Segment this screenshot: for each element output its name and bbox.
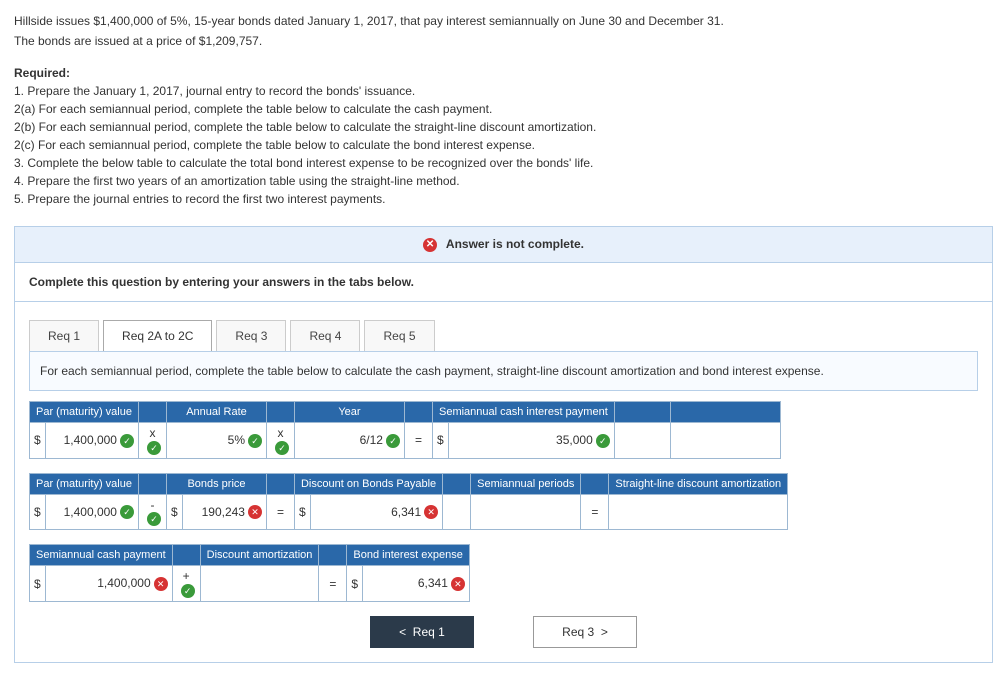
t3-amort[interactable]: [200, 566, 319, 602]
req-2a: 2(a) For each semiannual period, complet…: [14, 100, 993, 118]
intro-line-1: Hillside issues $1,400,000 of 5%, 15-yea…: [14, 12, 993, 30]
t1-h1: Par (maturity) value: [30, 401, 139, 422]
t2-h3: Discount on Bonds Payable: [294, 473, 442, 494]
table-row: $ 1,400,000✕ +✓ = $ 6,341✕: [30, 566, 470, 602]
t3-op1[interactable]: +✓: [172, 566, 200, 602]
tab-req3[interactable]: Req 3: [216, 320, 286, 351]
x-icon: ✕: [154, 577, 168, 591]
req-2b: 2(b) For each semiannual period, complet…: [14, 118, 993, 136]
t2-amort[interactable]: [609, 494, 788, 530]
t1-h2: Annual Rate: [166, 401, 266, 422]
currency-symbol: $: [166, 494, 182, 530]
t2-periods[interactable]: [471, 494, 581, 530]
prev-button[interactable]: < Req 1: [370, 616, 474, 648]
intro-line-2: The bonds are issued at a price of $1,20…: [14, 32, 993, 50]
currency-symbol: $: [30, 494, 46, 530]
nav-row: < Req 1 Req 3 >: [29, 616, 978, 648]
t1-op2[interactable]: x✓: [266, 422, 294, 458]
t2-par-value[interactable]: 1,400,000✓: [45, 494, 138, 530]
currency-symbol: $: [30, 422, 46, 458]
check-icon: ✓: [147, 441, 161, 455]
chevron-right-icon: >: [601, 625, 608, 639]
tab-bar: Req 1 Req 2A to 2C Req 3 Req 4 Req 5: [29, 320, 978, 352]
x-icon: ✕: [248, 505, 262, 519]
chevron-left-icon: <: [399, 625, 406, 639]
t1-eq: =: [404, 422, 432, 458]
t1-h4: Semiannual cash interest payment: [432, 401, 614, 422]
discount-table: Par (maturity) value Bonds price Discoun…: [29, 473, 788, 531]
currency-symbol: $: [294, 494, 310, 530]
x-icon: ✕: [424, 505, 438, 519]
req-4: 4. Prepare the first two years of an amo…: [14, 172, 993, 190]
t3-h3: Bond interest expense: [347, 545, 469, 566]
req-2c: 2(c) For each semiannual period, complet…: [14, 136, 993, 154]
tab-req5[interactable]: Req 5: [364, 320, 434, 351]
t3-cash-payment[interactable]: 1,400,000✕: [45, 566, 172, 602]
t3-h2: Discount amortization: [200, 545, 319, 566]
currency-symbol: $: [30, 566, 46, 602]
interest-expense-table: Semiannual cash payment Discount amortiz…: [29, 544, 470, 602]
error-icon: ✕: [423, 238, 437, 252]
t2-eq2: =: [581, 494, 609, 530]
t1-h3: Year: [294, 401, 404, 422]
currency-symbol: $: [347, 566, 363, 602]
t3-eq: =: [319, 566, 347, 602]
t1-par-value[interactable]: 1,400,000✓: [45, 422, 138, 458]
t1-op1[interactable]: x✓: [138, 422, 166, 458]
check-icon: ✓: [147, 512, 161, 526]
x-icon: ✕: [451, 577, 465, 591]
tab-req1[interactable]: Req 1: [29, 320, 99, 351]
answer-status-banner: ✕ Answer is not complete.: [14, 226, 993, 263]
tab-description: For each semiannual period, complete the…: [29, 352, 978, 391]
req-1: 1. Prepare the January 1, 2017, journal …: [14, 82, 993, 100]
tab-req2[interactable]: Req 2A to 2C: [103, 320, 212, 351]
answer-status-text: Answer is not complete.: [446, 237, 584, 251]
check-icon: ✓: [181, 584, 195, 598]
t1-rate[interactable]: 5%✓: [166, 422, 266, 458]
check-icon: ✓: [386, 434, 400, 448]
check-icon: ✓: [275, 441, 289, 455]
req-3: 3. Complete the below table to calculate…: [14, 154, 993, 172]
t1-result[interactable]: 35,000✓: [448, 422, 614, 458]
t1-year[interactable]: 6/12✓: [294, 422, 404, 458]
check-icon: ✓: [120, 434, 134, 448]
t2-h2: Bonds price: [166, 473, 266, 494]
instruction-row: Complete this question by entering your …: [14, 263, 993, 302]
t2-discount[interactable]: 6,341✕: [310, 494, 442, 530]
t2-h4: Semiannual periods: [471, 473, 581, 494]
table-row: $ 1,400,000✓ x✓ 5%✓ x✓ 6/12✓ = $ 35,000✓: [30, 422, 781, 458]
t2-h5: Straight-line discount amortization: [609, 473, 788, 494]
t3-expense[interactable]: 6,341✕: [363, 566, 470, 602]
tab-req4[interactable]: Req 4: [290, 320, 360, 351]
check-icon: ✓: [248, 434, 262, 448]
cash-payment-table: Par (maturity) value Annual Rate Year Se…: [29, 401, 781, 459]
table-row: $ 1,400,000✓ -✓ $ 190,243✕ = $ 6,341✕ =: [30, 494, 788, 530]
required-title: Required:: [14, 64, 993, 82]
req-5: 5. Prepare the journal entries to record…: [14, 190, 993, 208]
t2-eq1: =: [266, 494, 294, 530]
check-icon: ✓: [596, 434, 610, 448]
t2-bonds-price[interactable]: 190,243✕: [182, 494, 266, 530]
t2-h1: Par (maturity) value: [30, 473, 139, 494]
check-icon: ✓: [120, 505, 134, 519]
next-button[interactable]: Req 3 >: [533, 616, 637, 648]
currency-symbol: $: [432, 422, 448, 458]
t3-h1: Semiannual cash payment: [30, 545, 173, 566]
t2-op1[interactable]: -✓: [138, 494, 166, 530]
